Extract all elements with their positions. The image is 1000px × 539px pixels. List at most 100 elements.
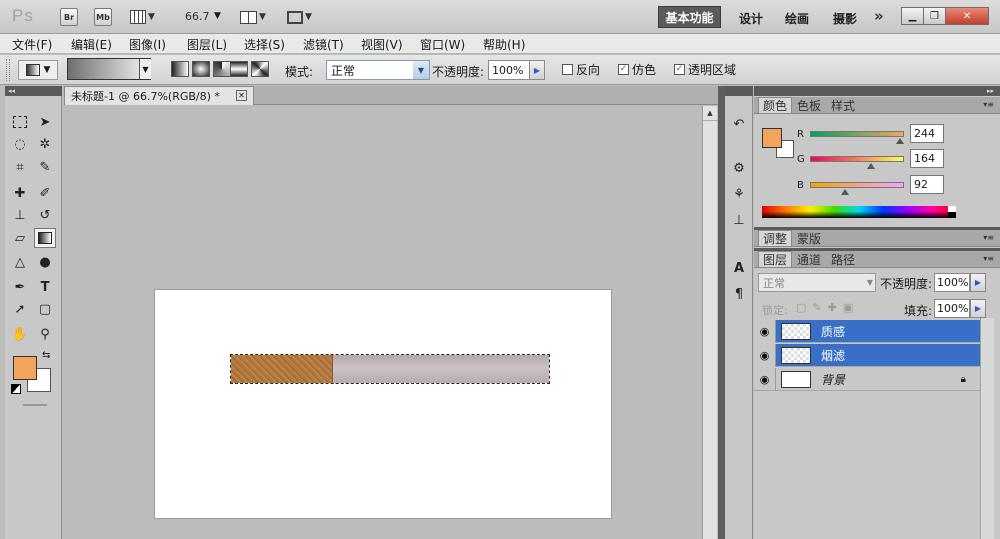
menu-filter[interactable]: 滤镜(T) (303, 36, 344, 53)
green-slider[interactable] (810, 156, 904, 162)
close-icon[interactable]: ✕ (236, 90, 247, 101)
eraser-tool-icon[interactable]: ▱ (9, 228, 31, 248)
menu-view[interactable]: 视图(V) (361, 36, 403, 53)
view-extras-dropdown[interactable]: ▼ (130, 9, 155, 25)
green-slider-thumb[interactable] (867, 163, 875, 169)
chevron-down-icon[interactable]: ▼ (139, 59, 151, 79)
vertical-scrollbar[interactable]: ▲ (702, 106, 717, 539)
brush-tool-icon[interactable]: ✐ (34, 183, 56, 203)
dock-header[interactable] (725, 86, 753, 96)
minimize-icon[interactable]: ▁ (901, 7, 924, 25)
menu-help[interactable]: 帮助(H) (483, 36, 525, 53)
reverse-checkbox[interactable]: 反向 (562, 61, 600, 78)
panel-menu-icon[interactable]: ▾≡ (983, 254, 994, 263)
workspace-design-button[interactable]: 设计 (739, 10, 763, 27)
tab-styles[interactable]: 样式 (826, 97, 860, 113)
radial-gradient-icon[interactable] (192, 61, 210, 77)
fill-input[interactable]: 100% (934, 299, 970, 318)
clone-stamp-tool-icon[interactable]: ⊥ (9, 205, 31, 225)
paragraph-panel-icon[interactable]: ¶ (729, 284, 749, 304)
color-spectrum-bar[interactable] (762, 206, 956, 218)
zoom-tool-icon[interactable]: ⚲ (34, 324, 56, 344)
workspace-essentials-button[interactable]: 基本功能 (658, 6, 721, 28)
options-grip[interactable] (6, 59, 10, 81)
angle-gradient-icon[interactable] (213, 61, 231, 77)
clone-source-panel-icon[interactable]: ⚘ (729, 184, 749, 204)
panel-header[interactable]: ▸▸ (754, 86, 1000, 96)
tool-preset-picker[interactable]: ▼ (18, 60, 58, 80)
eyedropper-tool-icon[interactable]: ✎ (34, 157, 56, 177)
mini-bridge-button[interactable]: Mb (94, 8, 112, 26)
screen-mode-dropdown[interactable]: ▼ (287, 9, 312, 25)
rectangle-tool-icon[interactable]: ▢ (34, 299, 56, 319)
zoom-level[interactable]: 66.7 (185, 10, 210, 23)
history-panel-icon[interactable]: ↶ (729, 114, 749, 134)
bridge-button[interactable]: Br (60, 8, 78, 26)
brush-presets-panel-icon[interactable]: ⚙ (729, 158, 749, 178)
blue-slider[interactable] (810, 182, 904, 188)
diamond-gradient-icon[interactable] (251, 61, 269, 77)
tab-swatches[interactable]: 色板 (792, 97, 826, 113)
layers-scrollbar[interactable] (980, 318, 994, 539)
swap-colors-icon[interactable]: ⇆ (42, 350, 50, 361)
blue-slider-thumb[interactable] (841, 189, 849, 195)
menu-layer[interactable]: 图层(L) (187, 36, 227, 53)
menu-edit[interactable]: 编辑(E) (71, 36, 112, 53)
layer-row[interactable]: ◉ 烟滤 (754, 343, 994, 367)
spectrum-black-swatch[interactable] (948, 212, 956, 218)
blur-tool-icon[interactable]: △ (9, 252, 31, 272)
history-brush-tool-icon[interactable]: ↺ (34, 205, 56, 225)
tab-masks[interactable]: 蒙版 (792, 230, 826, 246)
reflected-gradient-icon[interactable] (230, 61, 248, 77)
tab-layers[interactable]: 图层 (758, 251, 793, 267)
blue-input[interactable]: 92 (910, 175, 944, 194)
menu-file[interactable]: 文件(F) (12, 36, 52, 53)
mode-select[interactable]: 正常 ▼ (326, 60, 430, 80)
menu-window[interactable]: 窗口(W) (420, 36, 465, 53)
color-panel-fg-swatch[interactable] (762, 128, 782, 148)
healing-brush-tool-icon[interactable]: ✚ (9, 183, 31, 203)
crop-tool-icon[interactable]: ⌗ (9, 157, 31, 177)
panel-menu-icon[interactable]: ▾≡ (983, 233, 994, 242)
chevron-down-icon[interactable]: ▼ (214, 11, 221, 21)
opacity-input[interactable]: 100% (488, 60, 530, 80)
eye-icon[interactable]: ◉ (754, 367, 776, 391)
gradient-tool-icon[interactable] (34, 228, 56, 248)
linear-gradient-icon[interactable] (171, 61, 189, 77)
red-slider[interactable] (810, 131, 904, 137)
workspace-painting-button[interactable]: 绘画 (785, 10, 809, 27)
opacity-slider-arrow-icon[interactable]: ▶ (529, 60, 545, 80)
layer-opacity-input[interactable]: 100% (934, 273, 970, 292)
menu-image[interactable]: 图像(I) (129, 36, 166, 53)
eye-icon[interactable]: ◉ (754, 319, 776, 343)
blend-mode-select[interactable]: 正常 ▼ (758, 273, 876, 292)
tab-paths[interactable]: 路径 (826, 251, 860, 267)
tool-presets-panel-icon[interactable]: ⊥ (729, 210, 749, 230)
pen-tool-icon[interactable]: ✒ (9, 277, 31, 297)
character-panel-icon[interactable]: A (729, 258, 749, 278)
dock-divider[interactable] (718, 86, 725, 539)
scroll-up-icon[interactable]: ▲ (703, 106, 717, 121)
restore-icon[interactable]: ❐ (923, 7, 946, 25)
document-canvas[interactable] (155, 290, 611, 518)
document-tab[interactable]: 未标题-1 @ 66.7%(RGB/8) * ✕ (64, 86, 254, 105)
layer-row[interactable]: ◉ 背景 🔒︎ (754, 367, 994, 391)
toolbox-collapse-icon[interactable]: ◂◂ (5, 86, 62, 96)
magic-wand-tool-icon[interactable]: ✲ (34, 134, 56, 154)
workspace-photography-button[interactable]: 摄影 (833, 10, 857, 27)
transparency-checkbox[interactable]: ✓ 透明区域 (674, 61, 736, 78)
red-slider-thumb[interactable] (896, 138, 904, 144)
quick-mask-icon[interactable] (23, 404, 47, 406)
hand-tool-icon[interactable]: ✋ (9, 324, 31, 344)
move-tool-icon[interactable]: ➤ (34, 112, 56, 132)
green-input[interactable]: 164 (910, 149, 944, 168)
red-input[interactable]: 244 (910, 124, 944, 143)
lasso-tool-icon[interactable]: ◌ (9, 134, 31, 154)
foreground-color-swatch[interactable] (13, 356, 37, 380)
workspace-more-icon[interactable]: » (874, 7, 884, 25)
default-colors-icon[interactable] (11, 384, 21, 394)
layer-opacity-arrow-icon[interactable]: ▶ (970, 273, 986, 292)
marquee-tool-icon[interactable] (9, 112, 31, 132)
type-tool-icon[interactable]: T (34, 277, 56, 297)
lock-options-icons[interactable]: ▢✎✚▣ (796, 301, 859, 314)
